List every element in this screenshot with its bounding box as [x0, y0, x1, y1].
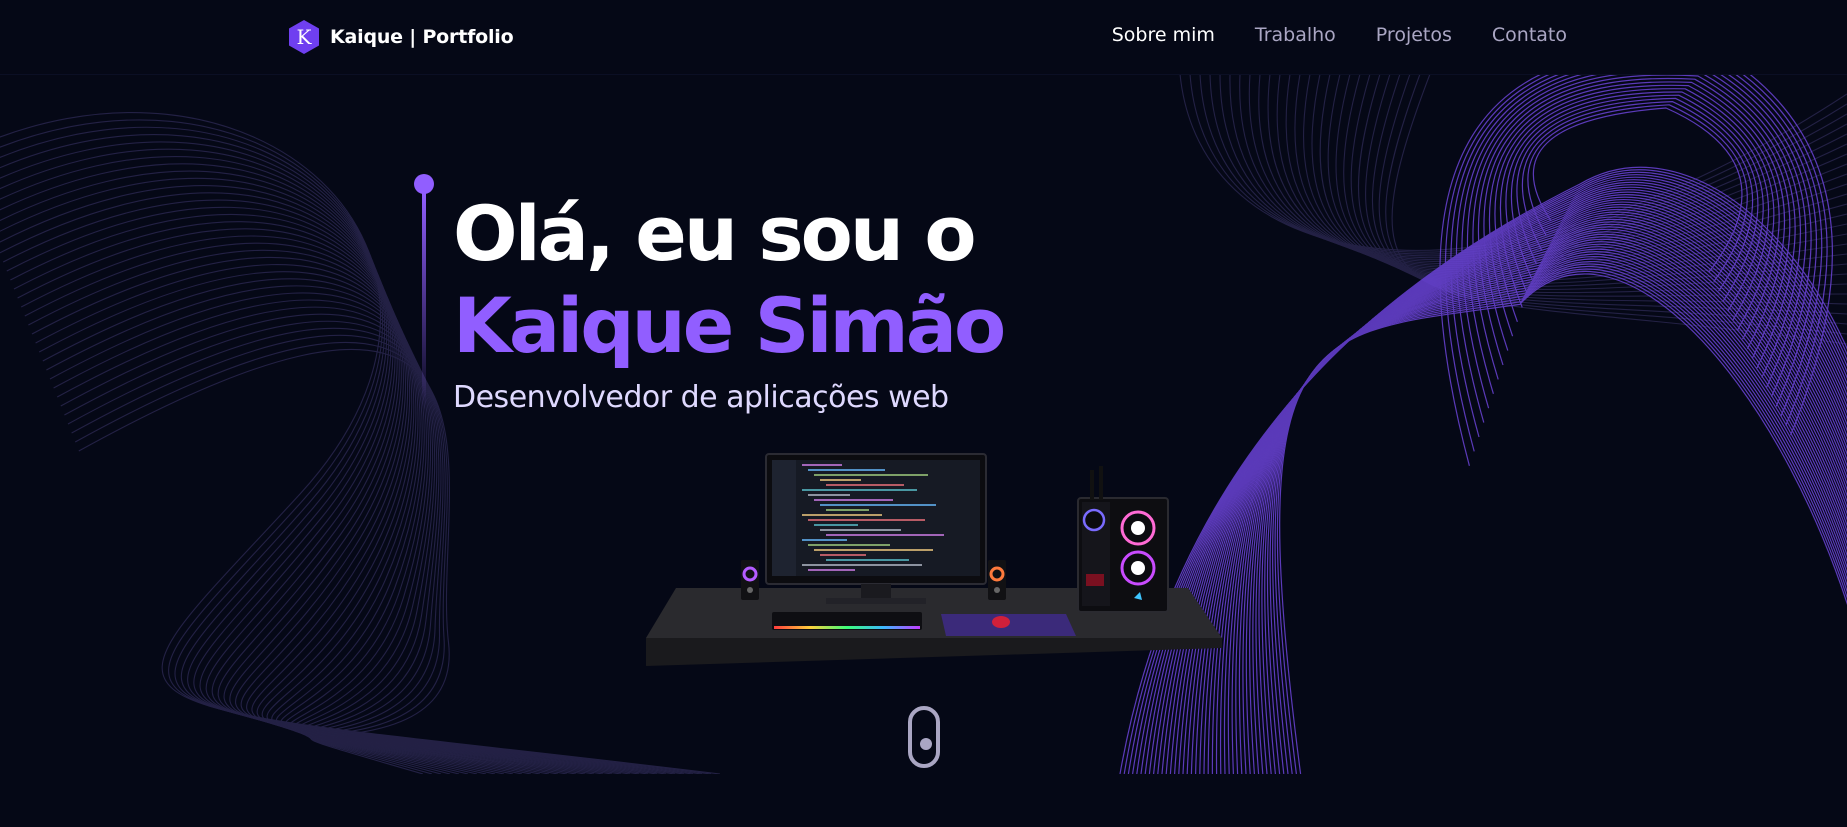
accent-bar [422, 192, 426, 410]
top-navbar: K Kaique | Portfolio Sobre mim Trabalho … [0, 0, 1847, 75]
hero-headline-name: Kaique Simão [453, 281, 1006, 370]
nav-link-sobre-mim[interactable]: Sobre mim [1112, 24, 1215, 46]
monitor-screen [772, 460, 980, 576]
logo-link[interactable]: K Kaique | Portfolio [286, 19, 514, 55]
hero-text: Olá, eu sou o Kaique Simão Desenvolvedor… [453, 188, 1006, 415]
desk-setup-illustration[interactable] [646, 448, 1222, 670]
hexagon-k-logo-icon: K [289, 20, 319, 54]
nav-link-contato[interactable]: Contato [1492, 24, 1567, 46]
desk-front [646, 638, 1222, 666]
mouse [992, 616, 1010, 628]
nav-links: Sobre mim Trabalho Projetos Contato [1112, 24, 1567, 46]
logo-letter: K [297, 25, 313, 49]
mouse-scroll-icon[interactable] [908, 706, 940, 768]
logo-text: Kaique | Portfolio [330, 26, 514, 48]
hero-subtitle: Desenvolvedor de aplicações web [453, 380, 949, 415]
hero-accent-line [414, 174, 434, 410]
nav-link-projetos[interactable]: Projetos [1376, 24, 1452, 46]
hero-headline-greeting: Olá, eu sou o [453, 189, 977, 278]
scroll-dot [920, 738, 932, 750]
monitor-stand [861, 584, 891, 598]
nav-link-trabalho[interactable]: Trabalho [1255, 24, 1336, 46]
accent-dot [414, 174, 434, 194]
